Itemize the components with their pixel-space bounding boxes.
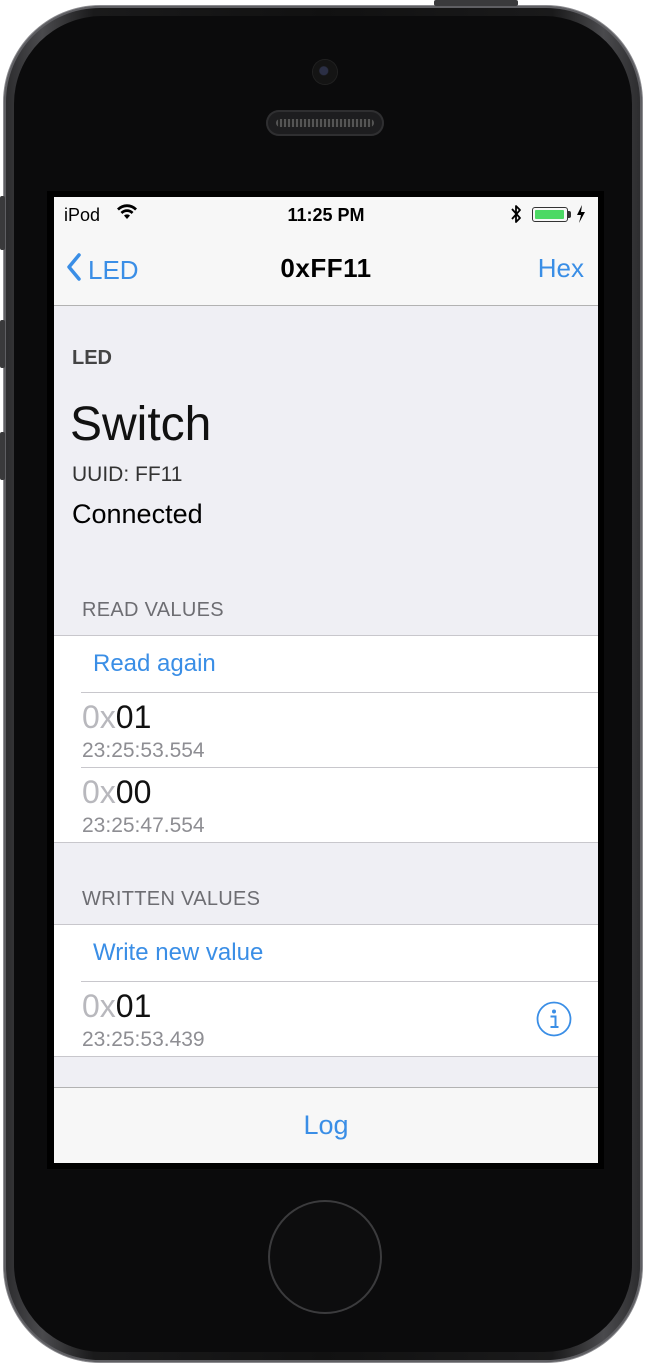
home-button[interactable] — [268, 1200, 382, 1314]
value-timestamp: 23:25:53.554 — [82, 739, 205, 762]
ringer-switch — [0, 196, 5, 250]
value-digits: 00 — [115, 774, 152, 810]
nav-title: 0xFF11 — [280, 253, 372, 283]
bottom-toolbar: Log — [54, 1087, 598, 1163]
written-values-group: Write new value 0x01 23:25:53.439 — [54, 924, 598, 1057]
value-text: 0x01 — [82, 699, 151, 736]
list-item: 0x01 23:25:53.439 — [81, 982, 598, 1056]
value-timestamp: 23:25:47.554 — [82, 814, 205, 837]
characteristic-uuid: UUID: FF11 — [72, 463, 183, 486]
power-button — [434, 0, 518, 6]
battery-tip — [568, 211, 571, 218]
screen: iPod 11:25 PM LED 0xFF11 Hex LED Switch … — [54, 197, 598, 1163]
service-name: LED — [72, 347, 112, 369]
characteristic-name: Switch — [70, 398, 212, 451]
info-icon[interactable] — [536, 1001, 572, 1037]
charging-icon — [576, 204, 586, 229]
write-new-value-label: Write new value — [93, 939, 264, 966]
front-camera — [313, 60, 337, 84]
status-bar: iPod 11:25 PM — [54, 197, 598, 233]
read-again-button[interactable]: Read again — [81, 636, 598, 693]
read-values-header: READ VALUES — [82, 599, 224, 621]
connection-status: Connected — [72, 499, 203, 529]
write-new-value-button[interactable]: Write new value — [81, 925, 598, 982]
value-digits: 01 — [115, 699, 152, 735]
battery-level — [535, 210, 564, 219]
bluetooth-icon — [509, 203, 523, 230]
battery-icon — [532, 207, 568, 222]
volume-up-button — [0, 320, 5, 368]
volume-down-button — [0, 432, 5, 480]
list-item: 0x01 23:25:53.554 — [81, 693, 598, 768]
value-text: 0x01 — [82, 988, 151, 1025]
hex-prefix: 0x — [82, 988, 116, 1024]
read-values-group: Read again 0x01 23:25:53.554 0x00 23:25:… — [54, 635, 598, 843]
read-again-label: Read again — [93, 650, 216, 677]
hex-toggle-button[interactable]: Hex — [538, 253, 584, 284]
hex-prefix: 0x — [82, 699, 116, 735]
navigation-bar: LED 0xFF11 Hex — [54, 233, 598, 306]
value-digits: 01 — [115, 988, 152, 1024]
list-item: 0x00 23:25:47.554 — [81, 768, 598, 842]
hex-prefix: 0x — [82, 774, 116, 810]
log-button[interactable]: Log — [54, 1110, 598, 1141]
value-text: 0x00 — [82, 774, 151, 811]
value-timestamp: 23:25:53.439 — [82, 1028, 205, 1051]
written-values-header: WRITTEN VALUES — [82, 888, 261, 910]
earpiece-speaker — [266, 110, 384, 136]
